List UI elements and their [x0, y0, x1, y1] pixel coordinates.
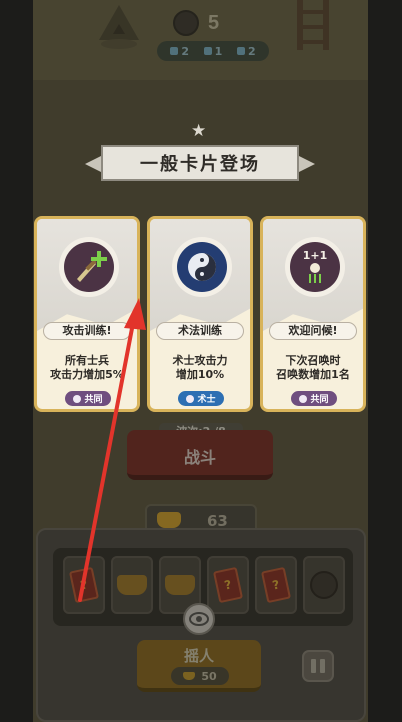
- card-desc-line: 下次召唤时: [285, 354, 341, 367]
- card-icon-frame: [172, 237, 232, 297]
- summon-figure-icon: [309, 263, 321, 283]
- card-tag: 术士: [178, 391, 224, 406]
- card-option[interactable]: 1+1 欢迎问候! 下次召唤时 召唤数增加1名 共同: [260, 216, 366, 412]
- card-description: 所有士兵 攻击力增加5%: [39, 354, 135, 382]
- skull-icon: [73, 394, 82, 403]
- card-desc-line: 所有士兵: [65, 354, 109, 367]
- title-banner: 一般卡片登场: [85, 145, 315, 181]
- game-stage: 5 2 1 2 波次:2 /8 战斗 63 ? ? ? 摇人 50: [33, 0, 368, 722]
- skull-icon: [299, 394, 308, 403]
- card-description: 术士攻击力 增加10%: [152, 354, 248, 382]
- card-tag-label: 术士: [197, 395, 216, 405]
- card-tag: 共同: [291, 391, 337, 406]
- card-desc-line: 攻击力增加5%: [50, 368, 124, 381]
- card-tag-label: 共同: [84, 395, 103, 405]
- card-tag-label: 共同: [310, 395, 329, 405]
- card-option[interactable]: 攻击训练! 所有士兵 攻击力增加5% 共同: [34, 216, 140, 412]
- banner-title: 一般卡片登场: [140, 154, 260, 175]
- sword-plus-icon: [64, 242, 114, 292]
- card-title: 攻击训练!: [43, 322, 131, 340]
- chat-bubble-icon: [186, 394, 195, 403]
- card-description: 下次召唤时 召唤数增加1名: [265, 354, 361, 382]
- summon-bonus-text: 1+1: [302, 249, 328, 262]
- card-option[interactable]: 术法训练 术士攻击力 增加10% 术士: [147, 216, 253, 412]
- card-tag: 共同: [65, 391, 111, 406]
- card-choices: 攻击训练! 所有士兵 攻击力增加5% 共同 术法训练 术士攻击力 增加10% 术…: [33, 216, 368, 412]
- card-desc-line: 术士攻击力: [172, 354, 228, 367]
- card-title: 欢迎问候!: [269, 322, 357, 340]
- card-title: 术法训练: [156, 322, 244, 340]
- card-desc-line: 召唤数增加1名: [276, 368, 350, 381]
- card-icon-frame: [59, 237, 119, 297]
- banner-plate: 一般卡片登场: [101, 145, 299, 181]
- summon-plus-one-icon: 1+1: [290, 242, 340, 292]
- star-icon: ★: [191, 121, 207, 141]
- card-icon-frame: 1+1: [285, 237, 345, 297]
- yin-yang-icon: [177, 242, 227, 292]
- card-desc-line: 增加10%: [175, 368, 225, 381]
